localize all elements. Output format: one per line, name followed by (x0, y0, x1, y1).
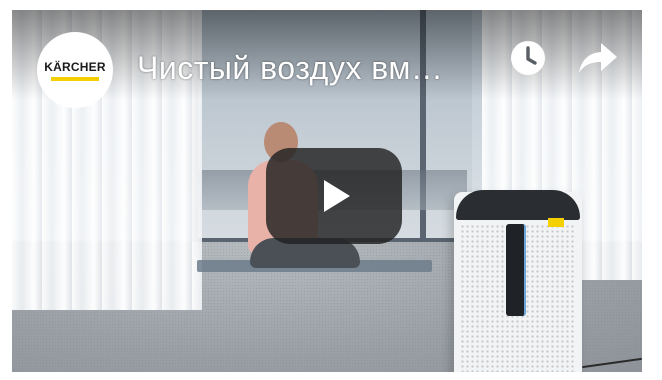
share-arrow-icon (579, 43, 617, 73)
play-button[interactable] (266, 148, 402, 244)
clock-icon (511, 41, 545, 75)
video-title[interactable]: Чистый воздух вм… (137, 50, 443, 87)
share-button[interactable] (574, 34, 622, 82)
watch-later-button[interactable] (504, 34, 552, 82)
channel-logo-text: KÄRCHER (44, 59, 106, 74)
channel-logo[interactable]: KÄRCHER (37, 32, 113, 108)
video-player[interactable]: KÄRCHER Чистый воздух вм… (12, 10, 642, 372)
play-icon (324, 180, 350, 212)
logo-underline (51, 76, 99, 81)
